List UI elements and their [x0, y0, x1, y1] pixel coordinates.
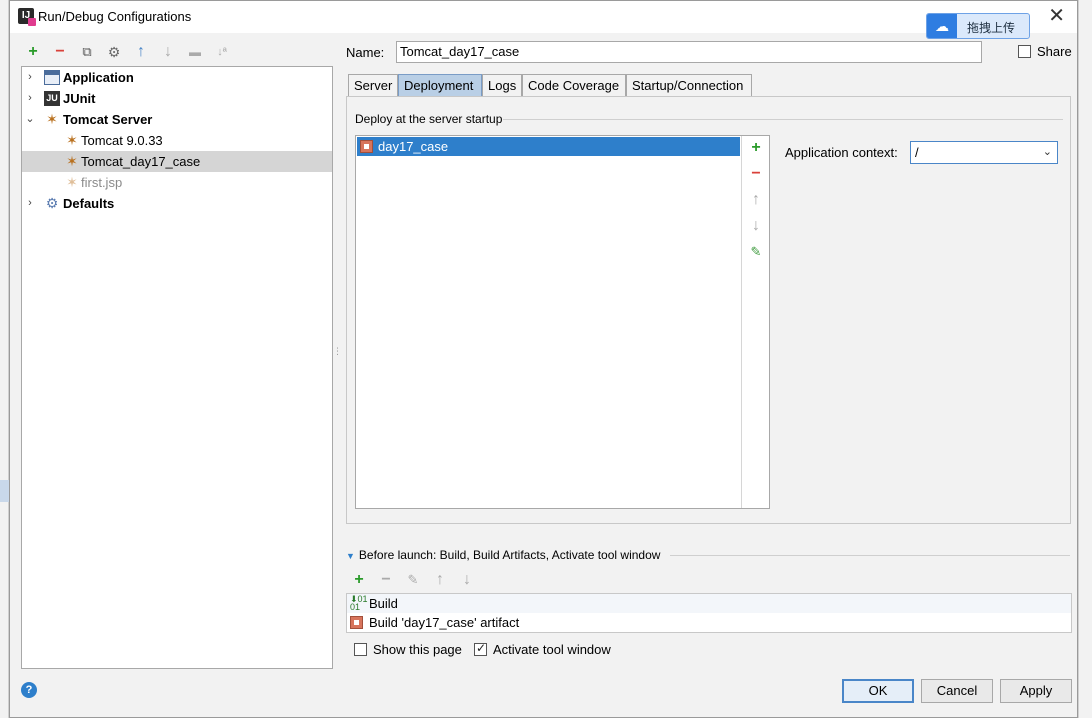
list-item-label: day17_case — [378, 139, 449, 154]
chevron-right-icon[interactable]: › — [24, 67, 36, 88]
application-context-label: Application context: — [785, 145, 898, 160]
tree-node-first-jsp[interactable]: ✶ first.jsp — [22, 172, 332, 193]
checkbox-icon — [1018, 45, 1031, 58]
share-label: Share — [1037, 44, 1072, 59]
background-ide-left — [0, 0, 9, 718]
collapse-triangle-icon: ▼ — [346, 551, 355, 561]
cloud-upload-button[interactable]: ☁ 拖拽上传 — [926, 13, 1030, 39]
remove-icon[interactable]: − — [749, 166, 763, 182]
list-item[interactable]: Build 'day17_case' artifact — [347, 613, 1071, 632]
window-title: Run/Debug Configurations — [38, 9, 192, 24]
tree-node-label: Tomcat Server — [63, 112, 153, 127]
before-launch-title: Before launch: Build, Build Artifacts, A… — [358, 548, 661, 562]
tree-node-label: Tomcat 9.0.33 — [81, 133, 163, 148]
add-icon[interactable]: + — [350, 571, 368, 589]
list-item[interactable]: ⬇01 01 Build — [347, 594, 1071, 613]
tab-logs[interactable]: Logs — [482, 74, 522, 96]
list-item-label: Build — [369, 596, 398, 611]
edit-icon[interactable]: ✎ — [749, 244, 763, 260]
artifact-icon — [360, 140, 373, 153]
tree-node-tomcat-day17-case[interactable]: ✶ Tomcat_day17_case — [22, 151, 332, 172]
junit-icon: JU — [44, 91, 60, 106]
add-config-icon[interactable]: + — [24, 43, 42, 61]
folder-icon[interactable]: ▬ — [186, 43, 204, 61]
application-icon — [44, 70, 60, 85]
move-up-icon[interactable]: ↑ — [749, 192, 763, 208]
tree-node-label: Tomcat_day17_case — [81, 154, 201, 169]
tree-node-label: JUnit — [63, 91, 96, 106]
activate-tool-window-checkbox[interactable]: Activate tool window — [474, 641, 611, 657]
splitter-handle[interactable]: ⋮ — [333, 346, 342, 357]
name-label: Name: — [346, 45, 385, 60]
chevron-right-icon[interactable]: › — [24, 193, 36, 214]
help-icon[interactable]: ? — [21, 682, 37, 698]
move-down-icon[interactable]: ↓ — [458, 571, 476, 589]
checkbox-checked-icon — [474, 641, 487, 656]
tree-node-label: first.jsp — [81, 175, 123, 190]
tree-node-junit[interactable]: › JU JUnit — [22, 88, 332, 109]
show-this-page-label: Show this page — [373, 642, 462, 657]
tree-node-tomcat-server[interactable]: ⌄ ✶ Tomcat Server — [22, 109, 332, 130]
ok-button[interactable]: OK — [842, 679, 914, 703]
tomcat-icon: ✶ — [66, 153, 78, 169]
intellij-app-icon: IJ — [18, 8, 36, 26]
tree-node-application[interactable]: › Application — [22, 67, 332, 88]
name-input[interactable]: Tomcat_day17_case — [396, 41, 982, 63]
close-icon[interactable]: ✕ — [1048, 5, 1065, 27]
artifact-icon — [350, 616, 363, 629]
application-context-value: / — [915, 145, 919, 160]
tomcat-icon: ✶ — [66, 174, 78, 190]
tomcat-icon: ✶ — [46, 111, 58, 127]
chevron-down-icon: ⌄ — [1042, 146, 1052, 158]
share-checkbox[interactable]: Share — [1018, 44, 1072, 59]
apply-button[interactable]: Apply — [1000, 679, 1072, 703]
configuration-tree: › Application › JU JUnit ⌄ ✶ Tomcat Serv… — [21, 66, 333, 669]
tab-startup-connection[interactable]: Startup/Connection — [626, 74, 752, 96]
tab-server[interactable]: Server — [348, 74, 398, 96]
cancel-button[interactable]: Cancel — [921, 679, 993, 703]
chevron-right-icon[interactable]: › — [24, 88, 36, 109]
before-launch-header[interactable]: ▼ Before launch: Build, Build Artifacts, … — [346, 548, 660, 562]
tab-code-coverage[interactable]: Code Coverage — [522, 74, 626, 96]
tab-deployment[interactable]: Deployment — [398, 74, 482, 96]
edit-defaults-icon[interactable]: ⚙ — [105, 43, 123, 61]
move-up-icon[interactable]: ↑ — [431, 571, 449, 589]
remove-config-icon[interactable]: − — [51, 43, 69, 61]
list-item-label: Build 'day17_case' artifact — [369, 615, 520, 630]
move-up-icon[interactable]: ↑ — [132, 43, 150, 61]
tree-node-tomcat-9[interactable]: ✶ Tomcat 9.0.33 — [22, 130, 332, 151]
cloud-upload-label: 拖拽上传 — [967, 21, 1016, 35]
cloud-icon: ☁ — [927, 14, 957, 38]
activate-tool-window-label: Activate tool window — [493, 642, 611, 657]
add-icon[interactable]: + — [749, 140, 763, 156]
list-item[interactable]: day17_case — [357, 137, 740, 156]
section-divider — [503, 119, 1063, 120]
tomcat-icon: ✶ — [66, 132, 78, 148]
edit-icon[interactable]: ✎ — [404, 571, 422, 589]
background-selection-strip — [0, 480, 9, 502]
tree-node-defaults[interactable]: › ⚙ Defaults — [22, 193, 332, 214]
run-debug-dialog: IJ Run/Debug Configurations ✕ ☁ 拖拽上传 + −… — [9, 0, 1078, 718]
sort-icon[interactable]: ↓ª — [213, 43, 231, 61]
chevron-down-icon[interactable]: ⌄ — [24, 109, 36, 130]
remove-icon[interactable]: − — [377, 571, 395, 589]
move-down-icon[interactable]: ↓ — [749, 218, 763, 234]
deployment-panel: Deploy at the server startup day17_case … — [346, 96, 1071, 524]
copy-config-icon[interactable]: ⧉ — [78, 43, 96, 61]
section-divider — [670, 555, 1070, 556]
before-launch-list: ⬇01 01 Build Build 'day17_case' artifact — [346, 593, 1072, 633]
checkbox-icon — [354, 643, 367, 656]
tree-node-label: Defaults — [63, 196, 115, 211]
title-bar: IJ Run/Debug Configurations ✕ — [10, 1, 1077, 33]
defaults-icon: ⚙ — [45, 195, 59, 211]
build-icon: ⬇01 01 — [350, 594, 368, 612]
application-context-select[interactable]: / ⌄ — [910, 141, 1058, 164]
move-down-icon[interactable]: ↓ — [159, 43, 177, 61]
deploy-section-title: Deploy at the server startup — [355, 112, 503, 126]
deploy-list-toolbar: + − ↑ ↓ ✎ — [741, 136, 769, 508]
show-this-page-checkbox[interactable]: Show this page — [354, 642, 462, 657]
tree-node-label: Application — [63, 70, 134, 85]
deploy-artifact-list[interactable]: day17_case + − ↑ ↓ ✎ — [355, 135, 770, 509]
background-ide-right — [1078, 0, 1092, 718]
